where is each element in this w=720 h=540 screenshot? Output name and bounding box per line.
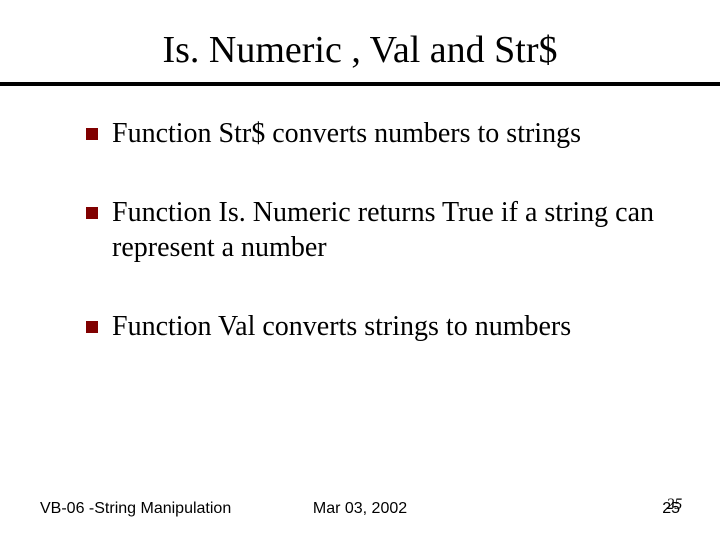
bullet-item: Function Is. Numeric returns True if a s… [86, 195, 680, 265]
footer: VB-06 -String Manipulation Mar 03, 2002 … [0, 500, 720, 518]
content-area: Function Str$ converts numbers to string… [40, 116, 680, 344]
bullet-square-icon [86, 207, 98, 219]
bullet-text: Function Str$ converts numbers to string… [112, 116, 680, 151]
footer-left: VB-06 -String Manipulation [40, 500, 231, 518]
bullet-item: Function Val converts strings to numbers [86, 309, 680, 344]
page-number-b: 25 [666, 496, 682, 514]
bullet-item: Function Str$ converts numbers to string… [86, 116, 680, 151]
bullet-square-icon [86, 128, 98, 140]
bullet-square-icon [86, 321, 98, 333]
bullet-text: Function Val converts strings to numbers [112, 309, 680, 344]
slide-title: Is. Numeric , Val and Str$ [40, 28, 680, 72]
slide: Is. Numeric , Val and Str$ Function Str$… [0, 0, 720, 540]
title-underline [0, 82, 720, 86]
bullet-text: Function Is. Numeric returns True if a s… [112, 195, 680, 265]
footer-page: 25 25 [662, 500, 680, 518]
footer-center: Mar 03, 2002 [313, 500, 407, 518]
